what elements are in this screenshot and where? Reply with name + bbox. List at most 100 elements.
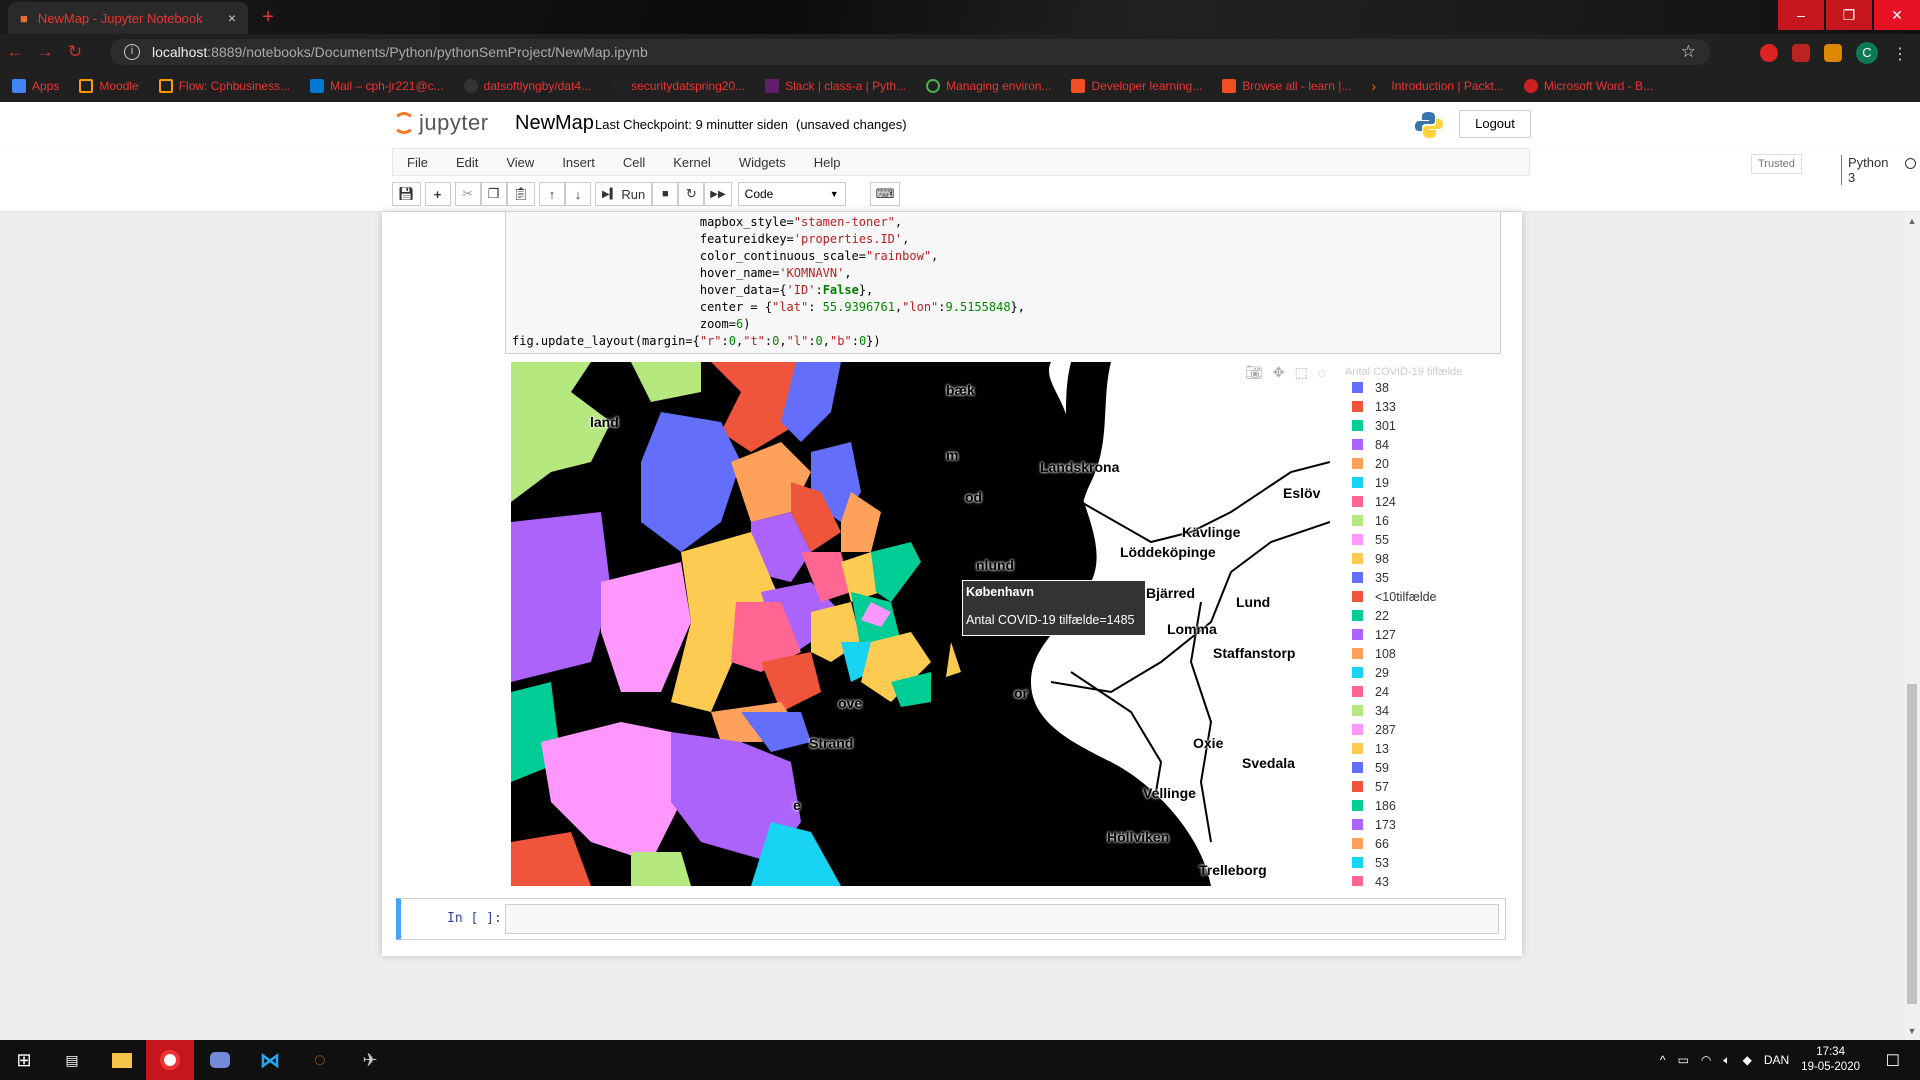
reload-icon[interactable]: ↻ <box>60 42 90 62</box>
profile-avatar[interactable]: C <box>1856 42 1878 64</box>
bookmark-item[interactable]: Developer learning... <box>1071 79 1202 93</box>
cut-button[interactable]: ✂ <box>454 182 481 206</box>
bookmark-item[interactable]: Managing environ... <box>926 79 1051 93</box>
menu-file[interactable]: File <box>393 155 442 170</box>
legend-item[interactable]: 35 <box>1352 568 1492 587</box>
close-window-icon[interactable]: ✕ <box>1874 0 1920 30</box>
legend-item[interactable]: 29 <box>1352 663 1492 682</box>
site-info-icon[interactable]: i <box>124 44 140 60</box>
minimize-icon[interactable]: – <box>1778 0 1824 30</box>
menu-insert[interactable]: Insert <box>548 155 609 170</box>
new-tab-button[interactable]: + <box>256 6 280 28</box>
start-button[interactable]: ⊞ <box>0 1040 48 1080</box>
legend-item[interactable]: 127 <box>1352 625 1492 644</box>
legend-item[interactable]: 20 <box>1352 454 1492 473</box>
bookmark-item[interactable]: datsoftlyngby/dat4... <box>463 79 591 93</box>
legend-item[interactable]: 173 <box>1352 815 1492 834</box>
run-button[interactable]: ▶▍ Run <box>595 182 653 206</box>
browser-tab[interactable]: ■ NewMap - Jupyter Notebook × <box>8 2 248 34</box>
legend-item[interactable]: 124 <box>1352 492 1492 511</box>
vscode-taskbar-button[interactable]: ⋈ <box>246 1040 294 1080</box>
rss-extension-icon[interactable] <box>1824 44 1842 62</box>
legend-item[interactable]: 108 <box>1352 644 1492 663</box>
move-down-button[interactable]: ↓ <box>565 182 592 206</box>
restart-button[interactable]: ↻ <box>678 182 705 206</box>
legend-item[interactable]: 133 <box>1352 397 1492 416</box>
chrome-menu-icon[interactable]: ⋮ <box>1892 44 1908 63</box>
discord-taskbar-button[interactable] <box>196 1040 244 1080</box>
scroll-up-icon[interactable]: ▲ <box>1907 216 1917 226</box>
restart-run-all-button[interactable]: ▶▶ <box>704 182 732 206</box>
bookmark-item[interactable]: Slack | class-a | Pyth... <box>765 79 906 93</box>
address-bar[interactable]: i localhost:8889/notebooks/Documents/Pyt… <box>110 39 1710 65</box>
bookmark-item[interactable]: Mail – cph-jr221@c... <box>310 79 444 93</box>
scrollbar-thumb[interactable] <box>1907 684 1917 1004</box>
legend-item[interactable]: 16 <box>1352 511 1492 530</box>
extension-icon[interactable] <box>1760 44 1778 62</box>
battery-icon[interactable]: ▭ <box>1678 1053 1689 1067</box>
legend-item[interactable]: 22 <box>1352 606 1492 625</box>
legend-item[interactable]: 38 <box>1352 378 1492 397</box>
bookmark-item[interactable]: Browse all - learn |... <box>1222 79 1351 93</box>
jupyter-taskbar-button[interactable]: ◌ <box>296 1040 344 1080</box>
box-select-icon[interactable]: ⬚ <box>1295 364 1308 381</box>
back-icon[interactable]: ← <box>0 42 30 62</box>
legend-item[interactable]: 59 <box>1352 758 1492 777</box>
legend-item[interactable]: 24 <box>1352 682 1492 701</box>
menu-edit[interactable]: Edit <box>442 155 492 170</box>
restore-icon[interactable]: ❐ <box>1826 0 1872 30</box>
legend-item[interactable]: 66 <box>1352 834 1492 853</box>
legend-item[interactable]: 186 <box>1352 796 1492 815</box>
paste-button[interactable]: 📋︎ <box>506 182 536 206</box>
legend-item[interactable]: 53 <box>1352 853 1492 872</box>
bookmark-item[interactable]: › Introduction | Packt... <box>1371 79 1504 93</box>
menu-kernel[interactable]: Kernel <box>659 155 725 170</box>
volume-icon[interactable]: 🔈︎ <box>1723 1053 1730 1068</box>
app-taskbar-button[interactable]: ✈ <box>346 1040 394 1080</box>
bookmark-item[interactable]: Microsoft Word - B... <box>1523 79 1653 93</box>
legend-item[interactable]: 55 <box>1352 530 1492 549</box>
clock[interactable]: 17:34 19-05-2020 <box>1801 1045 1860 1075</box>
bookmark-item[interactable]: securitydatspring20... <box>611 79 745 93</box>
pan-icon[interactable]: ✥ <box>1273 364 1285 381</box>
wifi-icon[interactable]: ◠ <box>1701 1053 1711 1067</box>
code-cell-input[interactable]: mapbox_style="stamen-toner", featureidke… <box>505 212 1501 354</box>
camera-icon[interactable]: 📷︎ <box>1245 364 1263 381</box>
menu-view[interactable]: View <box>492 155 548 170</box>
lasso-icon[interactable]: ◌ <box>1318 365 1326 381</box>
legend-item[interactable]: 19 <box>1352 473 1492 492</box>
legend-item[interactable]: 34 <box>1352 701 1492 720</box>
legend-item[interactable]: 13 <box>1352 739 1492 758</box>
bookmark-item[interactable]: Apps <box>12 79 59 93</box>
insert-cell-button[interactable]: + <box>424 182 451 206</box>
bookmark-item[interactable]: Moodle <box>79 79 139 93</box>
forward-icon[interactable]: → <box>30 42 60 62</box>
bookmark-star-icon[interactable]: ☆ <box>1681 42 1696 62</box>
tab-close-icon[interactable]: × <box>228 10 236 26</box>
interrupt-button[interactable]: ■ <box>652 182 679 206</box>
move-up-button[interactable]: ↑ <box>539 182 566 206</box>
chrome-taskbar-button[interactable] <box>146 1040 194 1080</box>
menu-cell[interactable]: Cell <box>609 155 659 170</box>
save-button[interactable]: 💾︎ <box>392 182 421 206</box>
jupyter-logo[interactable]: jupyter <box>393 110 489 136</box>
trusted-badge[interactable]: Trusted <box>1751 154 1802 174</box>
notifications-icon[interactable]: ☐ <box>1886 1051 1900 1071</box>
menu-widgets[interactable]: Widgets <box>725 155 800 170</box>
legend-item[interactable]: 287 <box>1352 720 1492 739</box>
legend-item[interactable]: <10tilfælde <box>1352 587 1492 606</box>
logout-button[interactable]: Logout <box>1459 110 1531 138</box>
copy-button[interactable]: ❐ <box>480 182 507 206</box>
dropbox-icon[interactable]: ◆ <box>1743 1053 1752 1067</box>
input-language[interactable]: DAN <box>1764 1053 1789 1067</box>
scroll-down-icon[interactable]: ▼ <box>1907 1026 1917 1036</box>
command-palette-button[interactable]: ⌨ <box>869 182 901 206</box>
cell-type-select[interactable]: Code ▼ <box>737 182 846 206</box>
tray-chevron-icon[interactable]: ^ <box>1660 1053 1666 1067</box>
legend-item[interactable]: 84 <box>1352 435 1492 454</box>
legend-item[interactable]: 43 <box>1352 872 1492 886</box>
notebook-title[interactable]: NewMap <box>515 112 594 135</box>
legend-item[interactable]: 57 <box>1352 777 1492 796</box>
menu-help[interactable]: Help <box>800 155 855 170</box>
task-view-button[interactable]: ▤ <box>48 1040 96 1080</box>
